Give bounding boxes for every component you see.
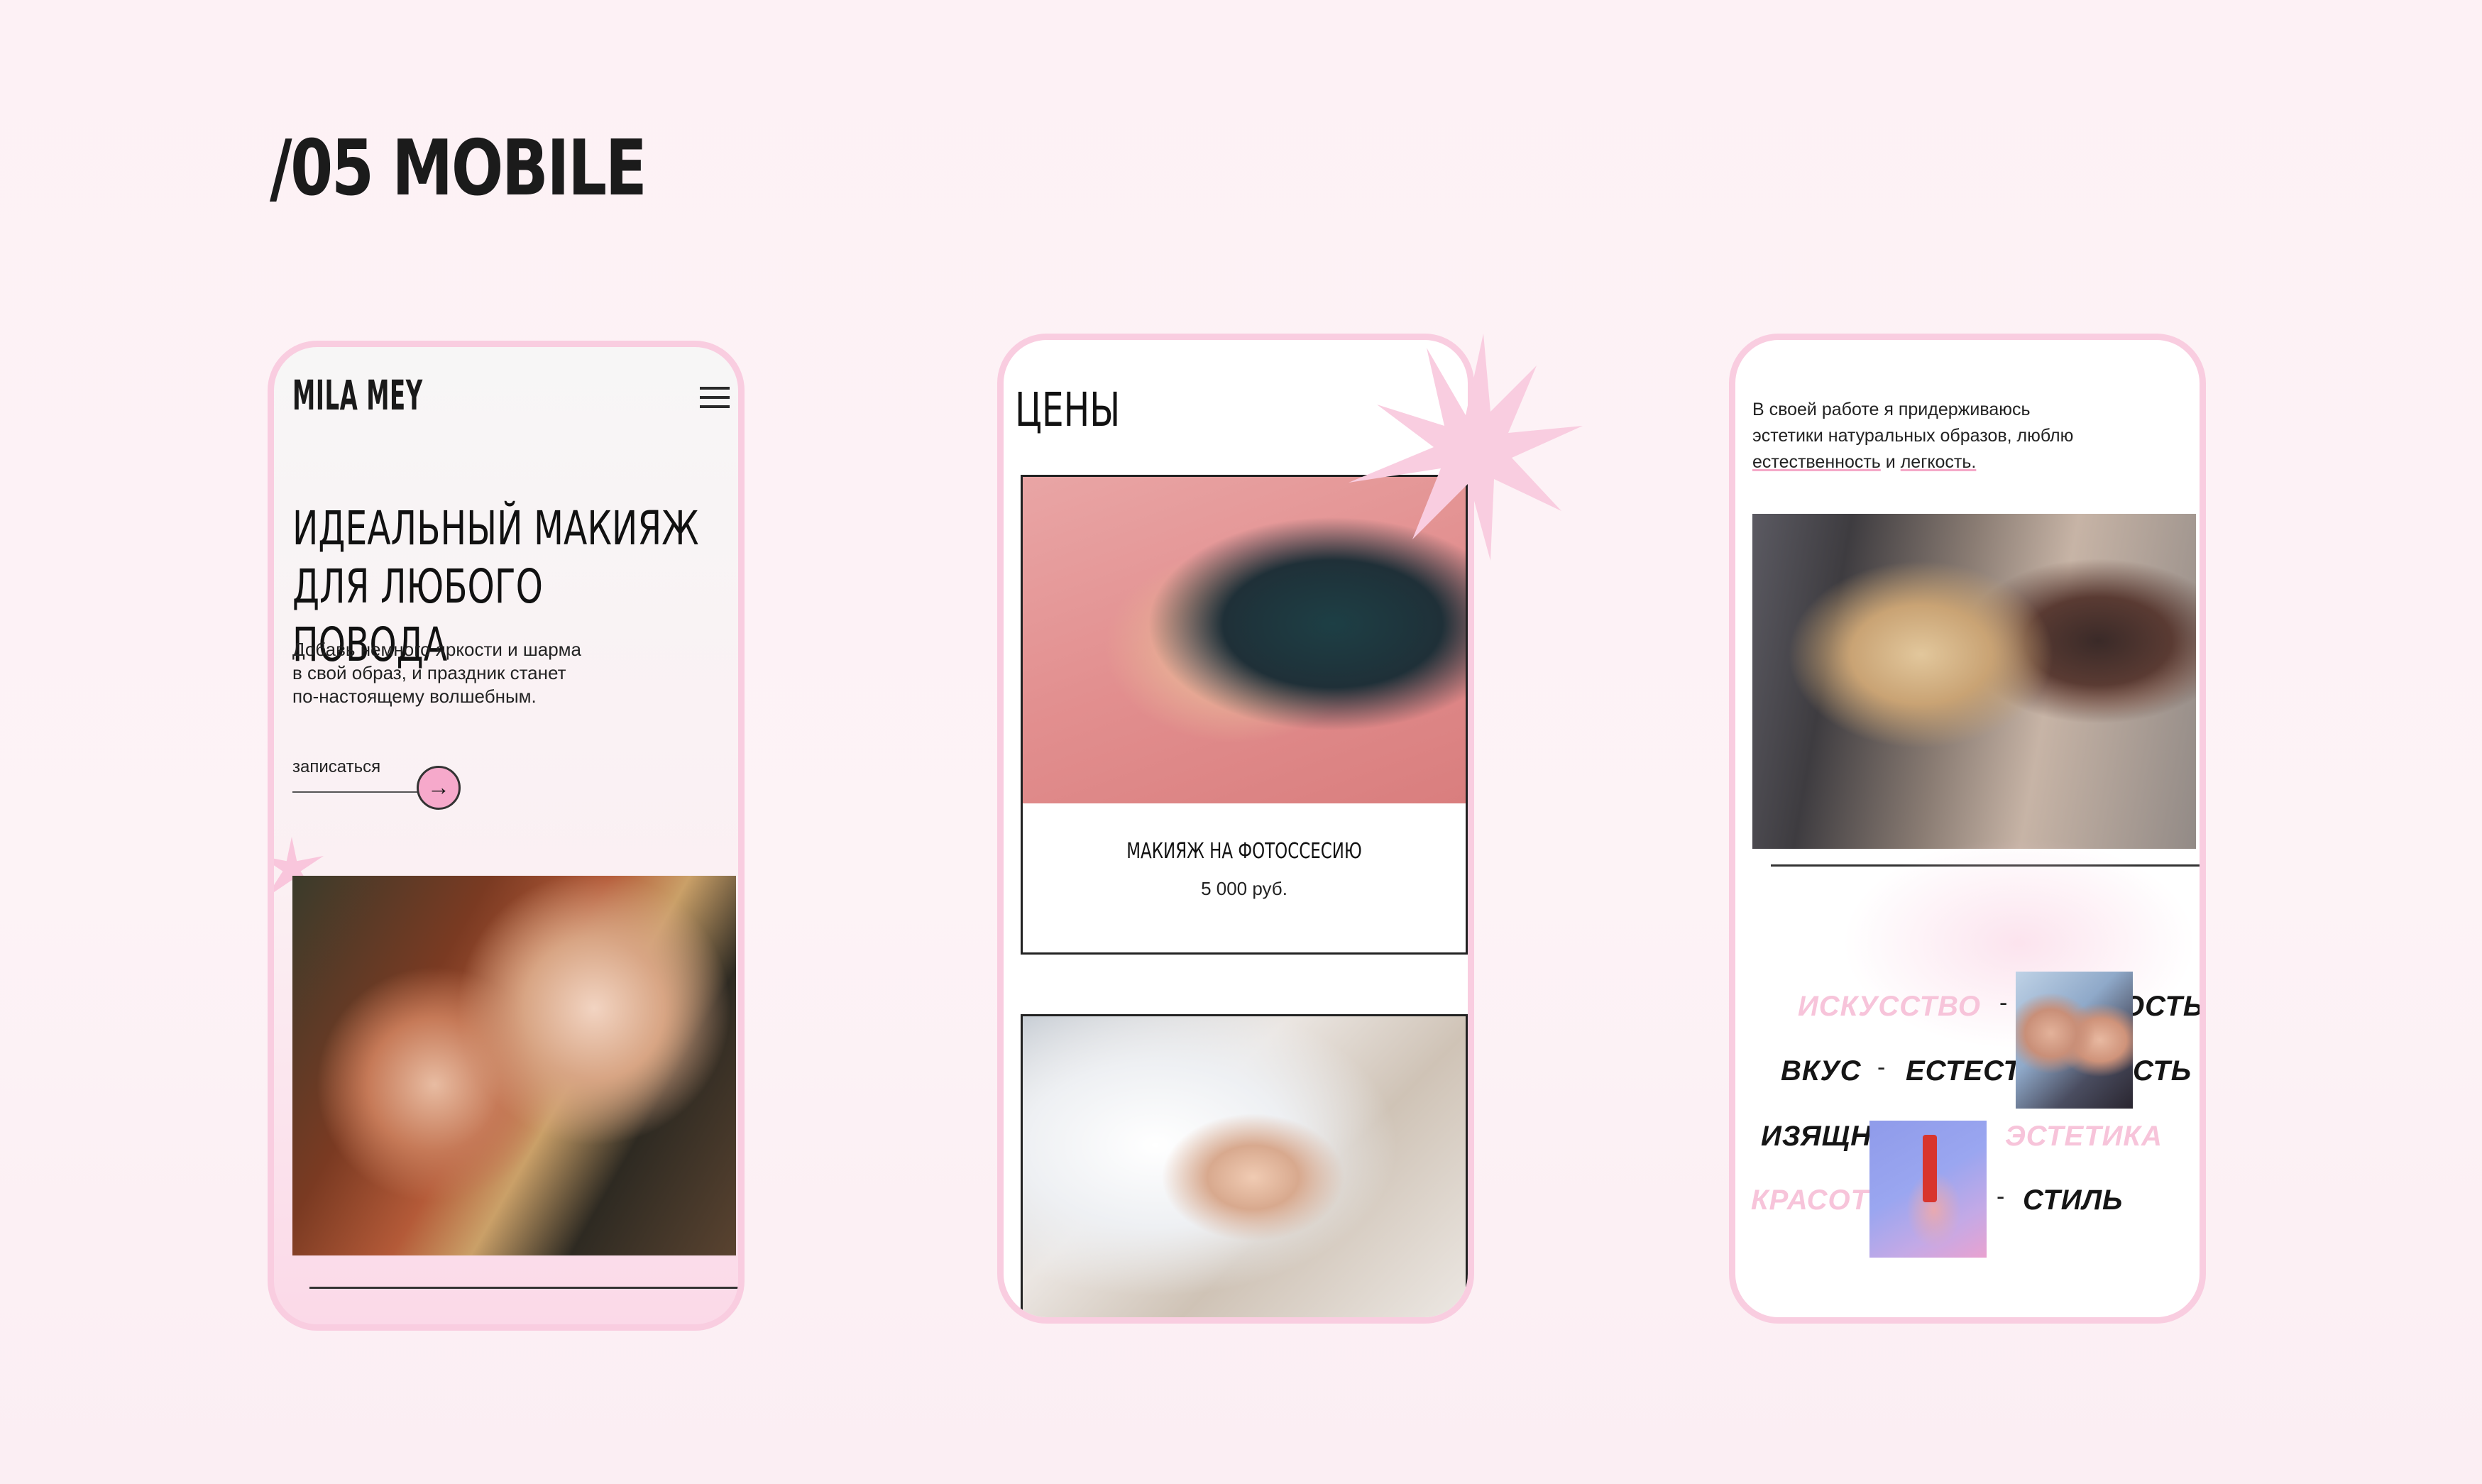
price-card-title: МАКИЯЖ НА ФОТОССЕСИЮ bbox=[1126, 839, 1362, 864]
word-end-2: СТЬ bbox=[2133, 1055, 2192, 1087]
word-style: СТИЛЬ bbox=[2023, 1185, 2124, 1216]
lipstick-icon bbox=[1923, 1135, 1937, 1202]
hero-subtitle-line1: Добавь немного яркости и шарма bbox=[292, 639, 581, 660]
hero-title-line1: ИДЕАЛЬНЫЙ МАКИЯЖ bbox=[292, 501, 699, 556]
word-dash: - bbox=[1877, 1054, 1886, 1081]
word-aesthetics: ЭСТЕТИКА bbox=[2005, 1121, 2163, 1152]
price-card-2[interactable] bbox=[1021, 1014, 1468, 1317]
word-natural: ЕСТЕСТ bbox=[1906, 1055, 2021, 1087]
word-dash: - bbox=[1999, 989, 2008, 1016]
price-card-price: 5 000 руб. bbox=[1201, 878, 1287, 899]
thumbnail-photo-lipstick bbox=[1869, 1121, 1987, 1258]
hero-photo bbox=[292, 876, 736, 1255]
about-text: В своей работе я придерживаюсь эстетики … bbox=[1752, 397, 2164, 476]
about-highlight-1: естественность bbox=[1752, 452, 1881, 472]
hero-subtitle-line2: в свой образ, и праздник станет bbox=[292, 662, 566, 683]
brand-logo[interactable]: MILA MEY bbox=[292, 371, 423, 419]
about-highlight-2: легкость. bbox=[1900, 452, 1977, 472]
about-line1: В своей работе я придерживаюсь bbox=[1752, 400, 2031, 419]
book-button-label: записаться bbox=[292, 757, 381, 776]
word-dash: - bbox=[1997, 1183, 2005, 1210]
about-photo bbox=[1752, 514, 2196, 849]
word-taste: ВКУС bbox=[1781, 1055, 1862, 1087]
hamburger-menu-icon[interactable] bbox=[700, 387, 730, 414]
prices-title: ЦЕНЫ bbox=[1015, 383, 1121, 437]
section-title: /05 MOBILE bbox=[270, 124, 647, 213]
about-line2: эстетики натуральных образов, люблю bbox=[1752, 426, 2074, 446]
thumbnail-photo-faces bbox=[2016, 972, 2133, 1109]
arrow-right-icon[interactable]: → bbox=[417, 766, 461, 810]
about-and: и bbox=[1885, 452, 1896, 472]
word-art: ИСКУССТВО bbox=[1798, 991, 1982, 1022]
book-button[interactable]: записаться → bbox=[292, 757, 461, 810]
word-elegance: ИЗЯЩН bbox=[1761, 1121, 1872, 1152]
word-end-1: ОСТЬ bbox=[2122, 991, 2204, 1022]
mobile-about-mockup: В своей работе я придерживаюсь эстетики … bbox=[1729, 334, 2206, 1324]
hero-subtitle-line3: по-настоящему волшебным. bbox=[292, 686, 537, 707]
starburst-icon bbox=[1349, 334, 1583, 561]
mobile-home-mockup: MILA MEY ИДЕАЛЬНЫЙ МАКИЯЖ ДЛЯ ЛЮБОГО ПОВ… bbox=[268, 341, 745, 1331]
word-beauty: КРАСОТ bbox=[1751, 1185, 1869, 1216]
hero-subtitle: Добавь немного яркости и шарма в свой об… bbox=[292, 638, 661, 708]
